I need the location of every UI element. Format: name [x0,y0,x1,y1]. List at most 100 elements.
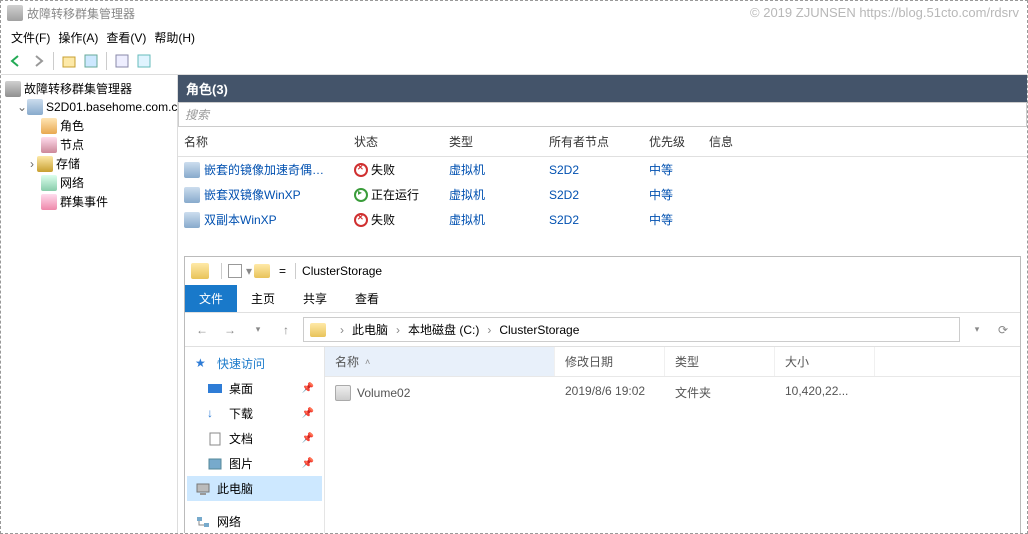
nav-label: 下载 [229,405,253,422]
menu-action[interactable]: 操作(A) [54,27,102,45]
overflow-icon[interactable]: = [279,264,286,278]
crumb-folder[interactable]: ClusterStorage [499,323,579,337]
refresh-icon[interactable] [82,52,100,70]
role-row[interactable]: 嵌套的镜像加速奇偶…失败虚拟机S2D2中等 [178,157,1027,182]
tab-view[interactable]: 查看 [341,285,393,312]
role-name: 双副本WinXP [204,211,277,228]
tab-share[interactable]: 共享 [289,285,341,312]
tab-file[interactable]: 文件 [185,285,237,312]
search-input[interactable]: 搜索 [178,102,1027,127]
checkbox-icon[interactable] [228,264,242,278]
back-icon[interactable] [7,52,25,70]
refresh-icon[interactable]: ⟳ [992,319,1014,341]
nav-label: 文档 [229,430,253,447]
role-owner: S2D2 [543,184,643,205]
tree-nodes-label: 节点 [60,136,84,153]
help-icon[interactable] [135,52,153,70]
role-table-header: 名称 状态 类型 所有者节点 优先级 信息 [178,127,1027,157]
nav-up-icon[interactable]: ↑ [275,319,297,341]
nav-thispc[interactable]: 此电脑 [187,476,322,501]
app-icon [7,5,23,21]
folder-icon [191,263,209,279]
tree-events[interactable]: 群集事件 [3,192,175,211]
separator [221,263,222,279]
file-date: 2019/8/6 19:02 [555,381,665,404]
nav-forward-icon[interactable]: → [219,319,241,341]
explorer-title: ClusterStorage [302,264,382,278]
menu-view[interactable]: 查看(V) [102,27,150,45]
tree-storage[interactable]: › 存储 [3,154,175,173]
file-columns: 名称 ˄ 修改日期 类型 大小 [325,347,1020,377]
tab-home[interactable]: 主页 [237,285,289,312]
network-icon [195,514,211,530]
menu-file[interactable]: 文件(F) [7,27,54,45]
pictures-icon [207,456,223,472]
watermark-text: © 2019 ZJUNSEN https://blog.51cto.com/rd… [750,5,1019,20]
col-type[interactable]: 类型 [443,131,543,152]
role-type: 虚拟机 [443,159,543,180]
role-type: 虚拟机 [443,209,543,230]
role-owner: S2D2 [543,209,643,230]
nav-documents[interactable]: 文档 📌 [187,426,322,451]
nav-pictures[interactable]: 图片 📌 [187,451,322,476]
col-owner[interactable]: 所有者节点 [543,131,643,152]
tree-network-label: 网络 [60,174,84,191]
history-icon[interactable]: ▾ [247,319,269,341]
folder-small-icon [254,264,270,278]
col-status[interactable]: 状态 [348,131,443,152]
separator [295,263,296,279]
separator [106,52,107,70]
filecol-size[interactable]: 大小 [775,347,875,376]
col-info[interactable]: 信息 [703,131,1027,152]
status-icon [354,188,368,202]
filecol-date[interactable]: 修改日期 [555,347,665,376]
explorer-body: ★ 快速访问 桌面 📌 ↓ 下载 📌 文档 [185,347,1020,533]
tree-nodes[interactable]: 节点 [3,135,175,154]
address-bar: ← → ▾ ↑ › 此电脑 › 本地磁盘 (C:) › ClusterStora… [185,312,1020,347]
properties-icon[interactable] [113,52,131,70]
nav-label: 快速访问 [217,355,265,372]
vm-icon [184,212,200,228]
nav-label: 图片 [229,455,253,472]
folder-icon [310,323,326,337]
caret-icon: ⌄ [17,100,27,114]
tree-root-label: 故障转移群集管理器 [24,80,132,97]
nav-quick-access[interactable]: ★ 快速访问 [187,351,322,376]
desktop-icon [207,381,223,397]
role-status: 失败 [371,211,395,228]
nav-label: 桌面 [229,380,253,397]
ribbon-tabs: 文件 主页 共享 查看 [185,285,1020,312]
cluster-manager-icon [5,81,21,97]
filecol-type[interactable]: 类型 [665,347,775,376]
forward-icon[interactable] [29,52,47,70]
tree-network[interactable]: 网络 [3,173,175,192]
tree-root[interactable]: 故障转移群集管理器 [3,79,175,98]
nav-back-icon[interactable]: ← [191,319,213,341]
role-row[interactable]: 双副本WinXP失败虚拟机S2D2中等 [178,207,1027,232]
tree-roles[interactable]: 角色 [3,116,175,135]
col-priority[interactable]: 优先级 [643,131,703,152]
tree-cluster[interactable]: ⌄ S2D01.basehome.com.cn [3,98,175,116]
up-icon[interactable] [60,52,78,70]
role-owner: S2D2 [543,159,643,180]
pin-icon: 📌 [302,433,314,444]
nav-downloads[interactable]: ↓ 下载 📌 [187,401,322,426]
network-icon [41,175,57,191]
col-name[interactable]: 名称 [178,131,348,152]
nav-desktop[interactable]: 桌面 📌 [187,376,322,401]
crumb-drive[interactable]: 本地磁盘 (C:) [408,321,479,338]
address-actions: ▾ ⟳ [966,319,1014,341]
chevron-icon: › [340,323,344,337]
crumb-thispc[interactable]: 此电脑 [352,321,388,338]
chevron-down-icon[interactable]: ▾ [246,264,252,278]
breadcrumb[interactable]: › 此电脑 › 本地磁盘 (C:) › ClusterStorage [303,317,960,342]
role-info [703,209,1027,230]
nav-network[interactable]: 网络 [187,509,322,533]
pin-icon: 📌 [302,408,314,419]
chevron-icon: › [487,323,491,337]
file-row[interactable]: Volume022019/8/6 19:02文件夹10,420,22... [325,377,1020,408]
filecol-name[interactable]: 名称 ˄ [325,347,555,376]
dropdown-icon[interactable]: ▾ [966,319,988,341]
role-row[interactable]: 嵌套双镜像WinXP正在运行虚拟机S2D2中等 [178,182,1027,207]
menu-help[interactable]: 帮助(H) [150,27,199,45]
